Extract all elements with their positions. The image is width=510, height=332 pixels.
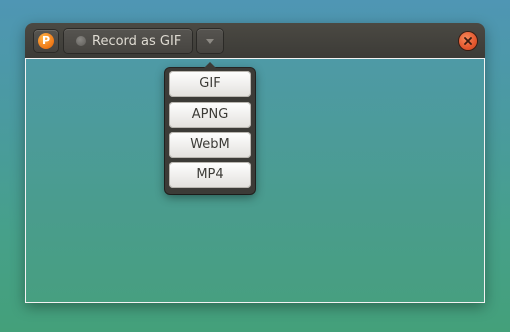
popover-arrow: [204, 62, 216, 68]
record-button-label: Record as GIF: [92, 33, 182, 49]
peek-logo-icon: P: [38, 33, 54, 49]
chevron-down-icon: [206, 39, 214, 44]
format-option-mp4[interactable]: MP4: [169, 162, 251, 188]
format-option-apng[interactable]: APNG: [169, 102, 251, 128]
peek-window: P Record as GIF GIF APNG WebM MP4: [25, 23, 485, 303]
record-dot-icon: [76, 36, 86, 46]
format-option-webm[interactable]: WebM: [169, 132, 251, 158]
app-menu-button[interactable]: P: [34, 30, 58, 52]
format-menu-popover: GIF APNG WebM MP4: [165, 62, 255, 194]
close-button[interactable]: [459, 32, 477, 50]
format-menu-toggle[interactable]: [197, 29, 223, 53]
capture-area: [25, 58, 485, 303]
close-icon: [464, 37, 472, 45]
format-option-gif[interactable]: GIF: [169, 71, 251, 97]
record-button[interactable]: Record as GIF: [64, 29, 192, 53]
title-bar[interactable]: P Record as GIF: [25, 23, 485, 58]
